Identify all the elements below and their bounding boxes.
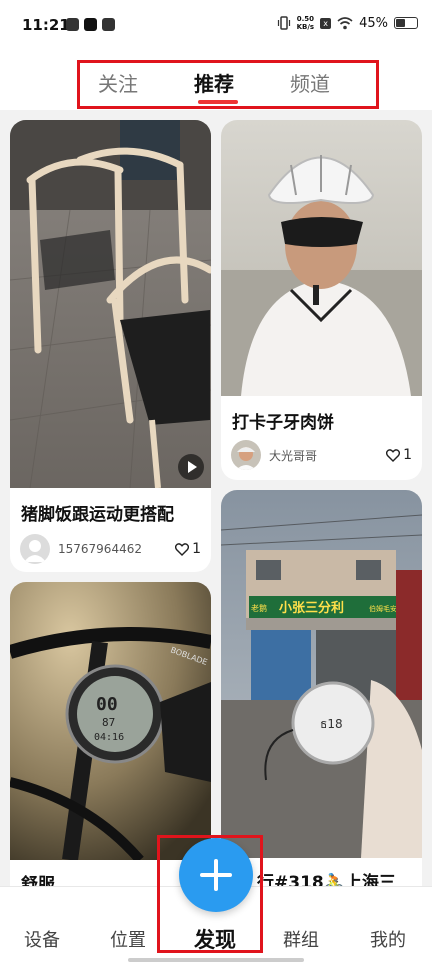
post-caption: 猪脚饭跟运动更搭配 [21, 505, 174, 525]
home-indicator[interactable] [128, 958, 304, 962]
tab-channels[interactable]: 频道 [290, 68, 330, 97]
active-tab-indicator [198, 100, 238, 104]
svg-text:伯姆毛安: 伯姆毛安 [369, 604, 397, 613]
like-count: 1 [192, 541, 201, 557]
post-username[interactable]: 大光哥哥 [269, 447, 386, 464]
nav-groups[interactable]: 群组 [283, 926, 319, 952]
post-image-street-shop[interactable]: 小张三分利 老鹅 伯姆毛安 ธ18 [221, 490, 422, 858]
svg-text:87: 87 [102, 716, 115, 729]
post-image-bike[interactable]: BOBLADE 00 87 04:16 [10, 582, 211, 860]
tiktok-icon [84, 18, 97, 31]
svg-text:00: 00 [96, 694, 118, 715]
tab-following[interactable]: 关注 [98, 68, 138, 97]
tab-recommended[interactable]: 推荐 [194, 68, 234, 97]
feed-card[interactable]: 打卡子牙肉饼 大光哥哥 1 [221, 120, 422, 480]
svg-text:ธ18: ธ18 [320, 717, 343, 731]
battery-percent: 45% [359, 15, 388, 31]
like-button[interactable]: 1 [175, 541, 201, 557]
post-caption: 打卡子牙肉饼 [232, 413, 334, 433]
post-meta: 大光哥哥 1 [231, 440, 412, 470]
feed-card[interactable]: BOBLADE 00 87 04:16 舒服 [10, 582, 211, 902]
status-time: 11:21 [22, 16, 70, 34]
video-play-icon [178, 454, 204, 480]
status-bar: 11:21 0.50 KB/s x 45% [0, 0, 432, 52]
like-count: 1 [403, 447, 412, 463]
feed-card[interactable]: 猪脚饭跟运动更搭配 15767964462 1 [10, 120, 211, 572]
heart-icon [175, 542, 190, 556]
heart-icon [386, 448, 401, 462]
nav-discover[interactable]: 发现 [194, 924, 236, 954]
battery-icon [394, 17, 418, 29]
network-speed: 0.50 KB/s [296, 15, 315, 31]
post-meta: 15767964462 1 [20, 534, 201, 564]
like-button[interactable]: 1 [386, 447, 412, 463]
svg-text:小张三分利: 小张三分利 [279, 600, 344, 616]
svg-text:老鹅: 老鹅 [251, 603, 267, 613]
vibrate-icon [277, 16, 290, 30]
nav-me[interactable]: 我的 [370, 926, 406, 952]
nav-location[interactable]: 位置 [110, 926, 146, 952]
wifi-icon [337, 16, 353, 29]
mail-icon [102, 18, 115, 31]
post-image-cyclist[interactable] [221, 120, 422, 396]
post-image-chairs[interactable] [10, 120, 211, 488]
notification-app-icon [66, 18, 79, 31]
create-post-button[interactable] [179, 838, 253, 912]
svg-text:04:16: 04:16 [94, 732, 124, 743]
no-sim-icon: x [320, 17, 332, 29]
nav-devices[interactable]: 设备 [24, 926, 60, 952]
avatar[interactable] [20, 534, 50, 564]
post-username[interactable]: 15767964462 [58, 542, 175, 556]
feed-card[interactable]: 小张三分利 老鹅 伯姆毛安 ธ18 行#318🚴上海三 [221, 490, 422, 902]
avatar[interactable] [231, 440, 261, 470]
